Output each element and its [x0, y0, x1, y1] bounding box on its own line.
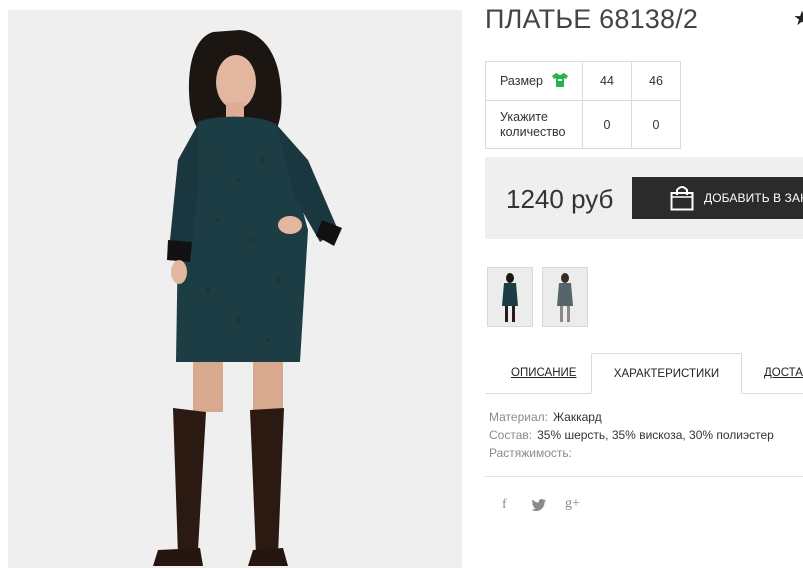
spec-stretch-label: Растяжимость:	[489, 446, 573, 460]
star-icon[interactable]: ★	[793, 6, 803, 31]
quantity-input-46[interactable]: 0	[631, 100, 681, 149]
product-title: ПЛАТЬЕ 68138/2	[485, 4, 699, 34]
thumbnail-alt[interactable]	[542, 267, 588, 327]
tab-delivery[interactable]: ДОСТАВКА	[764, 353, 803, 393]
product-tabs: ОПИСАНИЕ ХАРАКТЕРИСТИКИ ДОСТАВКА	[485, 353, 803, 394]
tshirt-icon[interactable]	[552, 72, 569, 90]
spec-stretch: Растяжимость:	[489, 444, 774, 462]
spec-material-value: Жаккард	[552, 410, 602, 424]
googleplus-icon[interactable]: g+	[565, 496, 580, 512]
price: 1240 руб	[506, 184, 614, 214]
add-to-cart-label: ДОБАВИТЬ В ЗАКАЗ	[704, 191, 803, 205]
spec-composition-value: 35% шерсть, 35% вискоза, 30% полиэстер	[537, 428, 774, 442]
quantity-label-cell: Укажите количество	[485, 100, 583, 149]
tab-characteristics[interactable]: ХАРАКТЕРИСТИКИ	[591, 353, 742, 394]
quantity-label-line2: количество	[500, 124, 566, 139]
quantity-input-44[interactable]: 0	[582, 100, 632, 149]
size-header-cell: Размер	[485, 61, 583, 101]
size-quantity-table: Размер 44 46 Укажите количество 0 0	[485, 61, 681, 149]
spec-material: Материал: Жаккард	[489, 408, 774, 426]
characteristics-list: Материал: Жаккард Состав: 35% шерсть, 35% …	[489, 408, 774, 462]
facebook-icon[interactable]: f	[502, 497, 507, 513]
tab-description[interactable]: ОПИСАНИЕ	[511, 353, 576, 393]
add-to-cart-button[interactable]: ДОБАВИТЬ В ЗАКАЗ	[632, 177, 803, 219]
twitter-icon[interactable]	[531, 499, 546, 516]
quantity-label-line1: Укажите	[500, 109, 548, 124]
shopping-bag-icon	[670, 185, 694, 214]
spec-material-label: Материал:	[489, 410, 548, 424]
size-label: Размер	[500, 73, 543, 88]
thumbnail-front[interactable]	[487, 267, 533, 327]
price-box: 1240 руб ДОБАВИТЬ В ЗАКАЗ	[485, 157, 803, 239]
spec-composition-label: Состав:	[489, 428, 533, 442]
divider	[485, 476, 803, 477]
main-product-image[interactable]	[8, 10, 462, 568]
size-46-cell: 46	[631, 61, 681, 101]
size-44-cell: 44	[582, 61, 632, 101]
spec-composition: Состав: 35% шерсть, 35% вискоза, 30% поли…	[489, 426, 774, 444]
